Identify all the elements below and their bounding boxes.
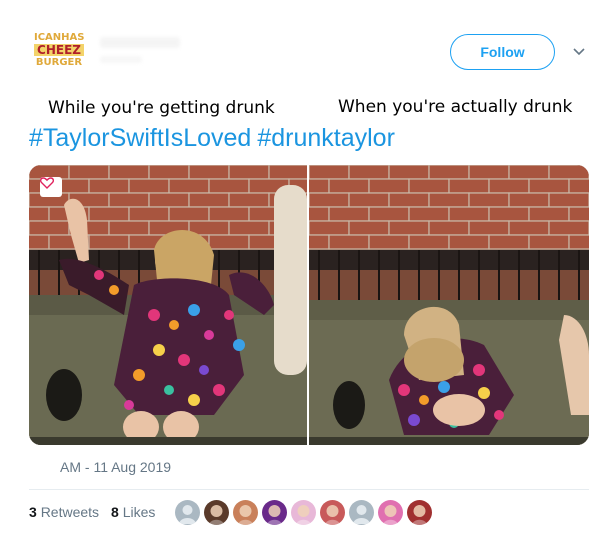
photo-right-illustration — [309, 165, 589, 445]
user-avatar-icon[interactable] — [407, 500, 432, 525]
retweets-count: 3 — [29, 504, 37, 520]
account-name-redacted[interactable] — [100, 37, 180, 48]
retweets-label: Retweets — [40, 504, 100, 520]
hashtag-link-1[interactable]: #TaylorSwiftIsLoved — [29, 124, 251, 152]
retweets-stat[interactable]: 3 Retweets — [29, 504, 99, 520]
hashtag-link-2[interactable]: #drunktaylor — [257, 124, 395, 152]
logo-line-1: ICANHAS — [34, 32, 85, 43]
photo-right[interactable] — [309, 165, 589, 445]
user-avatar-icon[interactable] — [291, 500, 316, 525]
default-avatar-icon[interactable] — [349, 500, 374, 525]
logo-line-3: BURGER — [35, 57, 83, 68]
tweet-header: ICANHAS CHEEZ BURGER Follow — [0, 0, 603, 92]
liker-avatars — [175, 500, 432, 525]
logo-line-2: CHEEZ — [34, 44, 84, 56]
stats-divider — [29, 489, 589, 490]
tweet-timestamp[interactable]: AM - 11 Aug 2019 — [60, 459, 171, 475]
default-avatar-icon[interactable] — [175, 500, 200, 525]
follow-button[interactable]: Follow — [450, 34, 555, 70]
likes-stat[interactable]: 8 Likes — [111, 504, 155, 520]
photo-left[interactable] — [29, 165, 307, 445]
likes-label: Likes — [122, 504, 156, 520]
heart-icon[interactable] — [40, 177, 62, 197]
account-logo[interactable]: ICANHAS CHEEZ BURGER — [34, 33, 84, 77]
hashtag-line: #TaylorSwiftIsLoved #drunktaylor — [29, 124, 401, 153]
photo-left-illustration — [29, 165, 307, 445]
likes-count: 8 — [111, 504, 119, 520]
user-avatar-icon[interactable] — [378, 500, 403, 525]
chevron-down-icon[interactable] — [572, 44, 586, 58]
user-avatar-icon[interactable] — [233, 500, 258, 525]
caption-left: While you're getting drunk — [48, 98, 275, 118]
user-avatar-icon[interactable] — [320, 500, 345, 525]
account-handle-redacted[interactable] — [100, 56, 142, 63]
caption-right: When you're actually drunk — [338, 97, 573, 117]
user-avatar-icon[interactable] — [204, 500, 229, 525]
user-avatar-icon[interactable] — [262, 500, 287, 525]
tweet-stats: 3 Retweets 8 Likes — [29, 504, 155, 520]
tweet-media[interactable] — [29, 165, 589, 445]
